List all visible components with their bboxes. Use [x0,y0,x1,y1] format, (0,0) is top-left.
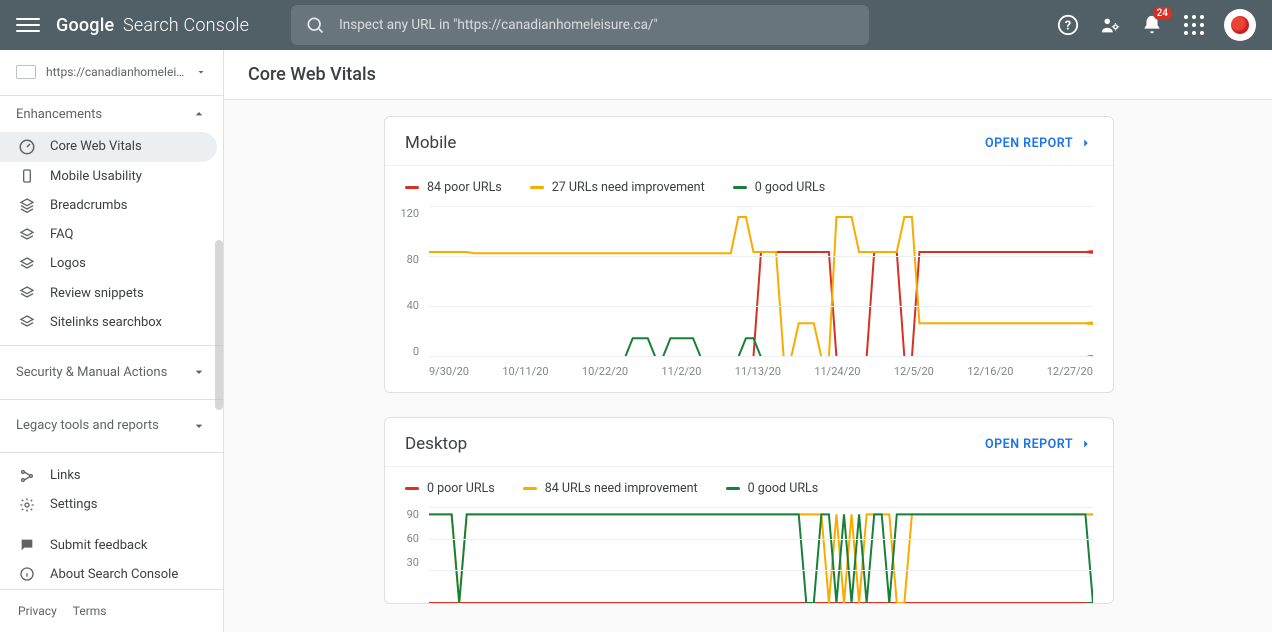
sidebar-item-core-web-vitals[interactable]: Core Web Vitals [0,132,217,161]
app-header: Google Search Console ? 24 [0,0,1272,50]
sidebar-item-faq[interactable]: FAQ [0,220,223,249]
legend-need: 27 URLs need improvement [530,180,705,195]
legend-good: 0 good URLs [733,180,826,195]
user-settings-icon[interactable] [1098,13,1122,37]
sidebar-scrollbar[interactable] [215,240,223,410]
card-title-desktop: Desktop [405,434,467,454]
privacy-link[interactable]: Privacy [18,604,57,618]
gear-icon [18,496,36,514]
feedback-icon [18,536,36,554]
page-title: Core Web Vitals [224,50,1272,100]
sidebar-item-mobile-usability[interactable]: Mobile Usability [0,162,223,191]
section-legacy[interactable]: Legacy tools and reports [0,408,223,445]
sidebar-item-label: Sitelinks searchbox [50,315,162,330]
logo-search-console: Search Console [123,15,249,36]
property-thumb-icon [16,65,36,79]
sidebar-item-sitelinks-searchbox[interactable]: Sitelinks searchbox [0,308,223,337]
help-icon[interactable]: ? [1056,13,1080,37]
chart-mobile: 12080400 9/30/2010/11/2010/22/2011/2/201… [385,199,1113,392]
sidebar-item-breadcrumbs[interactable]: Breadcrumbs [0,191,223,220]
sidebar-item-label: Links [50,468,81,483]
sidebar: https://canadianhomeleisur... Enhancemen… [0,50,224,632]
google-apps-icon[interactable] [1182,13,1206,37]
account-avatar[interactable] [1224,9,1256,41]
sidebar-item-label: Settings [50,497,97,512]
layers-icon [18,255,36,273]
card-title-mobile: Mobile [405,133,456,153]
layers-icon [18,284,36,302]
sidebar-item-logos[interactable]: Logos [0,249,223,278]
logo-google: Google [56,15,114,36]
section-security[interactable]: Security & Manual Actions [0,354,223,391]
chart-desktop: 906030 [385,500,1113,603]
sidebar-item-links[interactable]: Links [0,461,223,490]
chevron-up-icon [191,106,207,122]
sidebar-item-label: About Search Console [50,567,178,582]
product-logo: Google Search Console [56,15,249,36]
sidebar-item-review-snippets[interactable]: Review snippets [0,279,223,308]
sidebar-item-label: Review snippets [50,286,144,301]
sidebar-item-about[interactable]: About Search Console [0,560,223,589]
section-label: Legacy tools and reports [16,418,159,433]
sidebar-item-label: Breadcrumbs [50,198,127,213]
sidebar-item-label: Core Web Vitals [50,139,142,154]
open-report-label: OPEN REPORT [985,136,1073,151]
terms-link[interactable]: Terms [73,604,107,618]
search-input[interactable] [339,17,855,33]
layers-icon [18,313,36,331]
sidebar-item-submit-feedback[interactable]: Submit feedback [0,530,223,559]
chevron-down-icon [191,364,207,380]
open-report-label: OPEN REPORT [985,437,1073,452]
open-report-mobile[interactable]: OPEN REPORT [985,136,1093,151]
legend-need: 84 URLs need improvement [523,481,698,496]
speed-icon [18,138,36,156]
x-axis: 9/30/2010/11/2010/22/2011/2/2011/13/2011… [429,365,1093,378]
sidebar-item-label: FAQ [50,227,73,242]
card-desktop: Desktop OPEN REPORT 0 poor URLs 84 URLs … [384,417,1114,604]
sidebar-item-label: Submit feedback [50,538,147,553]
section-label: Enhancements [16,107,102,122]
menu-icon[interactable] [16,13,40,37]
chevron-down-icon [191,418,207,434]
search-icon [305,15,325,35]
main-content: Core Web Vitals Mobile OPEN REPORT 84 po… [224,50,1272,632]
y-axis: 12080400 [391,207,419,358]
info-icon [18,565,36,583]
sidebar-item-label: Mobile Usability [50,169,142,184]
legend-good: 0 good URLs [726,481,819,496]
url-inspect-search[interactable] [291,5,869,45]
links-icon [18,467,36,485]
section-enhancements[interactable]: Enhancements [0,96,223,133]
dropdown-icon [195,66,207,78]
chevron-right-icon [1079,136,1093,150]
notification-count-badge: 24 [1153,7,1172,20]
legend-poor: 84 poor URLs [405,180,502,195]
legend-poor: 0 poor URLs [405,481,495,496]
legend-desktop: 0 poor URLs 84 URLs need improvement 0 g… [385,467,1113,500]
notifications-icon[interactable]: 24 [1140,13,1164,37]
sidebar-item-settings[interactable]: Settings [0,490,223,519]
sidebar-footer: Privacy Terms [0,589,223,632]
property-selector[interactable]: https://canadianhomeleisur... [0,50,223,96]
svg-text:?: ? [1065,19,1071,34]
sidebar-item-label: Logos [50,256,86,271]
section-label: Security & Manual Actions [16,365,167,380]
card-mobile: Mobile OPEN REPORT 84 poor URLs 27 URLs … [384,116,1114,393]
property-url: https://canadianhomeleisur... [46,65,185,79]
y-axis: 906030 [391,508,419,569]
legend-mobile: 84 poor URLs 27 URLs need improvement 0 … [385,166,1113,199]
open-report-desktop[interactable]: OPEN REPORT [985,437,1093,452]
chevron-right-icon [1079,437,1093,451]
layers-icon [18,226,36,244]
layers-icon [18,196,36,214]
phone-icon [18,167,36,185]
